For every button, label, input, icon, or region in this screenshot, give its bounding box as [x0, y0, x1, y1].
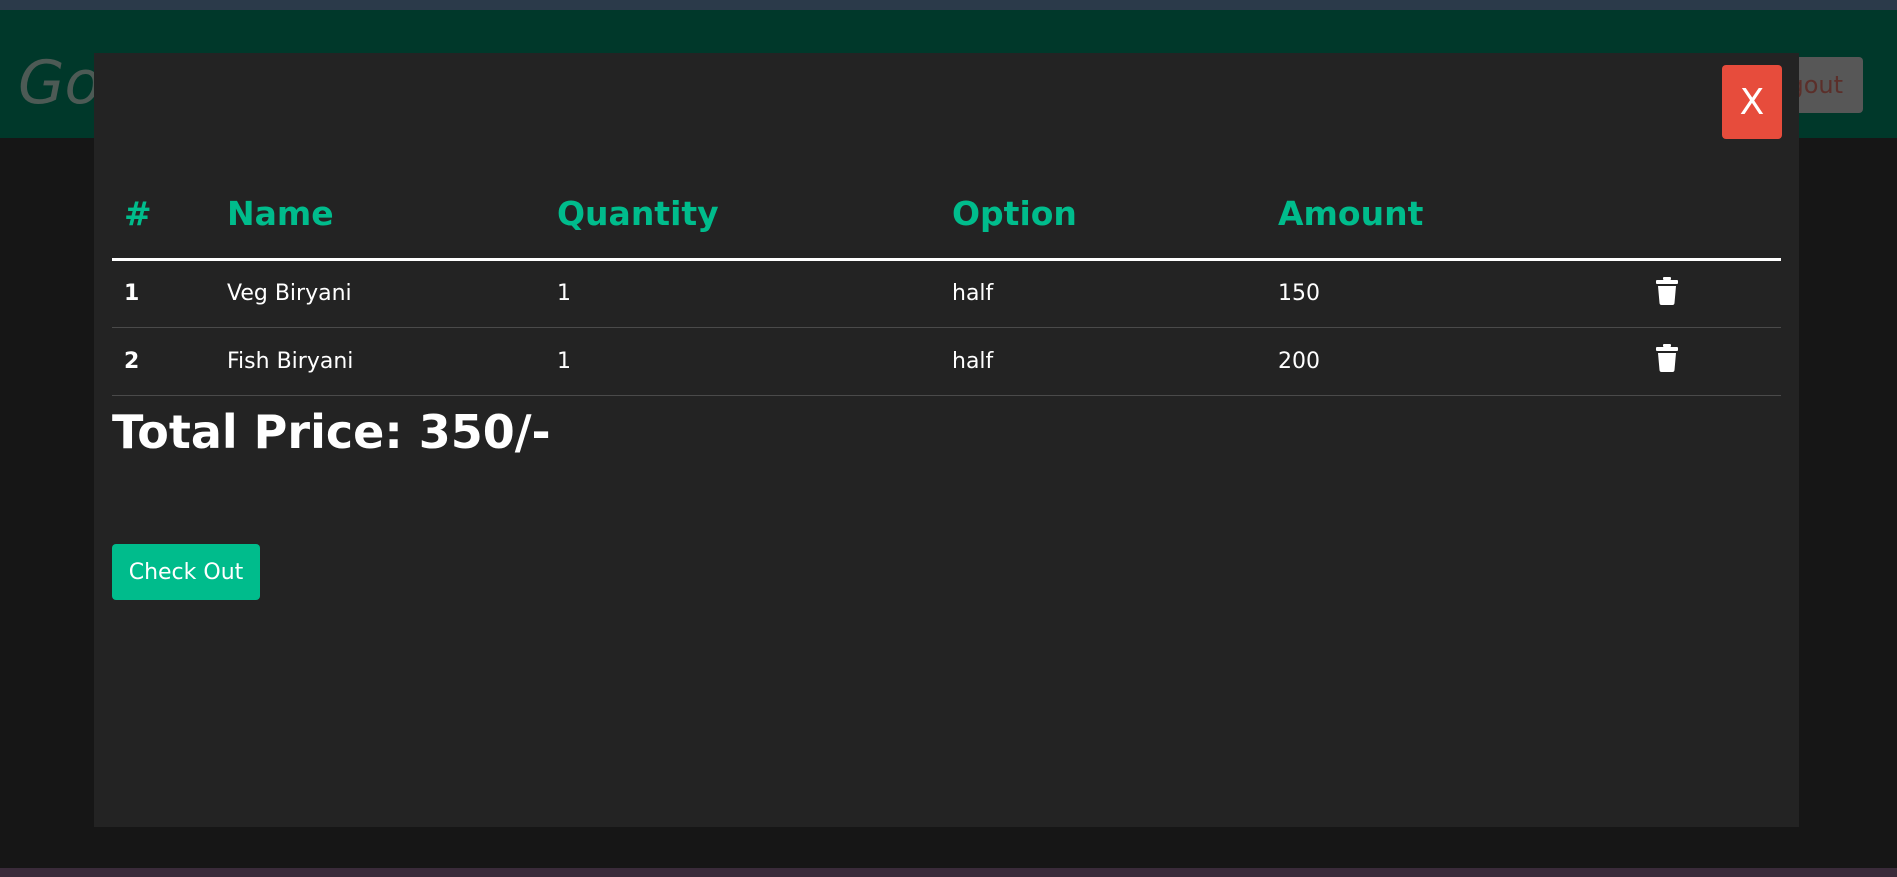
brand-logo[interactable]: Go	[18, 48, 101, 118]
window-top-strip	[0, 0, 1897, 10]
row-index: 2	[112, 327, 215, 396]
item-option: half	[940, 327, 1266, 396]
cart-table: # Name Quantity Option Amount 1 Veg Biry…	[112, 169, 1781, 396]
column-header-amount: Amount	[1266, 169, 1644, 261]
window-bottom-strip	[0, 868, 1897, 877]
row-actions	[1644, 259, 1781, 328]
checkout-button[interactable]: Check Out	[112, 544, 260, 600]
trash-icon	[1656, 276, 1678, 308]
item-name: Veg Biryani	[215, 259, 545, 328]
column-header-quantity: Quantity	[545, 169, 940, 261]
trash-icon	[1656, 344, 1678, 375]
delete-item-button[interactable]	[1656, 344, 1678, 375]
table-row: 1 Veg Biryani 1 half 150	[112, 259, 1781, 328]
column-header-actions	[1644, 169, 1781, 261]
delete-item-button[interactable]	[1656, 276, 1678, 308]
column-header-option: Option	[940, 169, 1266, 261]
table-row: 2 Fish Biryani 1 half 200	[112, 327, 1781, 396]
column-header-name: Name	[215, 169, 545, 261]
item-option: half	[940, 259, 1266, 328]
item-name: Fish Biryani	[215, 327, 545, 396]
item-quantity: 1	[545, 327, 940, 396]
total-price: Total Price: 350/-	[112, 405, 551, 459]
item-amount: 200	[1266, 327, 1644, 396]
column-header-index: #	[112, 169, 215, 261]
item-amount: 150	[1266, 259, 1644, 328]
cart-modal: X # Name Quantity Option Amount 1 Veg Bi…	[94, 53, 1799, 827]
table-header-row: # Name Quantity Option Amount	[112, 169, 1781, 261]
item-quantity: 1	[545, 259, 940, 328]
close-modal-button[interactable]: X	[1722, 65, 1782, 139]
row-index: 1	[112, 259, 215, 328]
row-actions	[1644, 327, 1781, 396]
